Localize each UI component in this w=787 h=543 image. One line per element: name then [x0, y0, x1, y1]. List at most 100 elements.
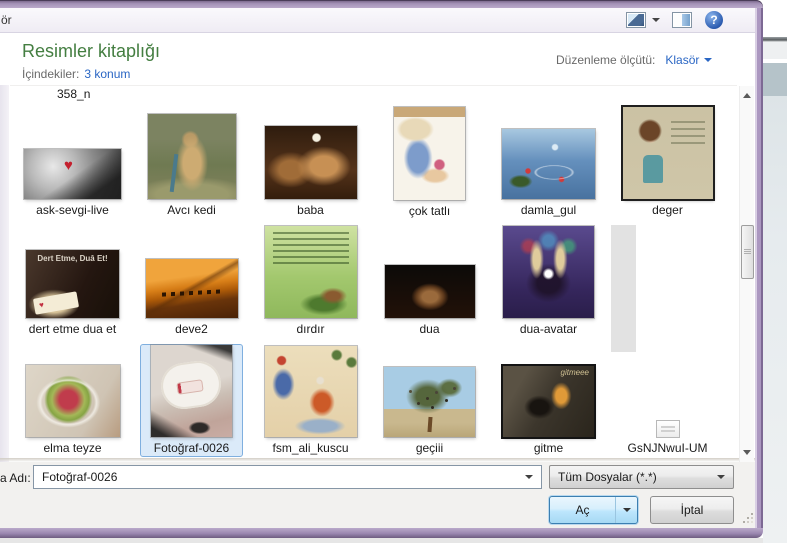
desktop-background: [763, 0, 787, 543]
geciii-thumbnail: [384, 367, 475, 437]
views-icon[interactable]: [626, 12, 646, 28]
file-item-label: gitme: [498, 440, 599, 456]
cok-tatli-thumbnail: [394, 107, 465, 200]
filename-input[interactable]: Fotoğraf-0026: [33, 465, 542, 489]
baba-thumbnail: [265, 126, 357, 199]
thumbnail-wrap: [141, 107, 242, 202]
damla-gul-thumbnail: [502, 129, 595, 199]
preview-pane-icon[interactable]: [672, 12, 692, 28]
command-toolbar: ör ?: [0, 8, 755, 33]
dert-etme-dua-et-thumbnail: Dert Etme, Duâ Et!: [26, 250, 119, 318]
file-item-label: dırdır: [260, 321, 361, 337]
files-pane: Resimler kitaplığı İçindekiler: 3 konum D…: [0, 33, 755, 462]
file-item-label: damla_gul: [498, 202, 599, 218]
file-item[interactable]: damla_gul: [497, 106, 600, 219]
dirdir-thumbnail: [265, 226, 357, 318]
window-bottom-border: [0, 528, 763, 538]
window-titlebar: [0, 0, 763, 8]
thumbnail-wrap: [260, 107, 361, 202]
file-item-label: dua: [379, 321, 480, 337]
deve2-thumbnail: [146, 259, 238, 318]
resize-grip[interactable]: [742, 512, 754, 524]
filetype-value: Tüm Dosyalar (*.*): [558, 466, 657, 488]
file-item-label: dua-avatar: [498, 321, 599, 337]
gsnjnwui-um-thumbnail: [657, 421, 679, 437]
file-item[interactable]: gitmeee gitme: [497, 344, 600, 457]
open-file-dialog: ör ? Resimler kitaplığı İçindekiler: 3 ko…: [0, 0, 787, 543]
contents-label: İçindekiler:: [22, 67, 79, 81]
elma-teyze-thumbnail: [26, 365, 120, 437]
library-title: Resimler kitaplığı: [22, 41, 160, 62]
thumbnail-wrap: [617, 107, 718, 202]
file-item-label: baba: [260, 202, 361, 218]
file-item-label: deve2: [141, 321, 242, 337]
open-button-label: Aç: [550, 497, 615, 523]
file-item[interactable]: dırdır: [259, 225, 362, 338]
thumbnail-wrap: Dert Etme, Duâ Et!: [22, 226, 123, 321]
dua-avatar-thumbnail: [503, 226, 594, 318]
partial-file-item-label[interactable]: 358_n: [57, 87, 90, 101]
gitme-thumbnail: gitmeee: [503, 366, 594, 437]
file-item-label: geçiii: [379, 440, 480, 456]
filename-dropdown-icon[interactable]: [525, 475, 533, 479]
file-item[interactable]: Avcı kedi: [140, 106, 243, 219]
views-dropdown-icon[interactable]: [652, 18, 660, 22]
file-item-label: GsNJNwuI-UM: [617, 440, 718, 456]
filetype-dropdown-icon[interactable]: [717, 475, 725, 479]
toolbar-text-fragment[interactable]: ör: [1, 13, 12, 27]
file-item-label: ask-sevgi-live: [22, 202, 123, 218]
thumbnail-wrap: [379, 345, 480, 440]
file-item[interactable]: baba: [259, 106, 362, 219]
open-button[interactable]: Aç: [549, 496, 638, 524]
file-item[interactable]: dua: [378, 225, 481, 338]
file-item[interactable]: geçiii: [378, 344, 481, 457]
fsm-ali-kuscu-thumbnail: [265, 346, 357, 437]
filetype-select[interactable]: Tüm Dosyalar (*.*): [549, 465, 734, 489]
open-split-dropdown[interactable]: [615, 497, 637, 523]
thumbnail-overlay-text: Dert Etme, Duâ Et!: [26, 254, 119, 263]
scrollbar-thumb[interactable]: [741, 225, 754, 279]
file-item[interactable]: ask-sevgi-live: [21, 106, 124, 219]
scrollbar-grip: [744, 249, 751, 254]
contents-link[interactable]: 3 konum: [84, 67, 130, 81]
file-item[interactable]: Dert Etme, Duâ Et! dert etme dua et: [21, 225, 124, 338]
left-gutter: [0, 85, 10, 462]
file-item-label: çok tatlı: [379, 203, 480, 219]
dialog-footer: ya Adı: Fotoğraf-0026 Tüm Dosyalar (*.*)…: [0, 462, 755, 528]
thumbnail-wrap: [260, 226, 361, 321]
scroll-down-icon[interactable]: [743, 450, 751, 455]
file-item[interactable]: deve2: [140, 225, 243, 338]
window-right-border: [755, 8, 763, 528]
chevron-down-icon[interactable]: [704, 58, 712, 62]
thumbnail-wrap: [22, 107, 123, 202]
chevron-down-icon: [623, 508, 631, 512]
list-top-divider: [10, 85, 737, 86]
file-item[interactable]: Fotoğraf-0026: [140, 344, 243, 457]
window-outer-edge: [0, 538, 763, 543]
file-item[interactable]: fsm_ali_kuscu: [259, 344, 362, 457]
thumbnail-overlay-text: gitmeee: [503, 368, 594, 377]
file-item-label: Avcı kedi: [141, 202, 242, 218]
vertical-scrollbar[interactable]: [739, 86, 754, 462]
file-item-label: dert etme dua et: [22, 321, 123, 337]
cancel-button[interactable]: İptal: [650, 496, 734, 524]
thumbnail-wrap: [22, 345, 123, 440]
file-item[interactable]: dua-avatar: [497, 225, 600, 338]
arrange-value[interactable]: Klasör: [665, 53, 699, 67]
file-item[interactable]: GsNJNwuI-UM: [616, 344, 719, 457]
thumbnail-wrap: [379, 107, 480, 203]
file-item[interactable]: elma teyze: [21, 344, 124, 457]
file-item[interactable]: çok tatlı: [378, 106, 481, 219]
thumbnail-wrap: [379, 226, 480, 321]
thumbnail-wrap: [260, 345, 361, 440]
thumbnail-wrap: [617, 345, 718, 440]
thumbnail-wrap: [141, 345, 242, 440]
deger-thumbnail: [623, 107, 713, 199]
scroll-up-icon[interactable]: [743, 93, 751, 98]
filename-value: Fotoğraf-0026: [42, 466, 117, 488]
help-icon[interactable]: ?: [705, 11, 723, 29]
file-item-label: elma teyze: [22, 440, 123, 456]
arrange-by-control: Düzenleme ölçütü: Klasör: [556, 53, 712, 67]
file-item[interactable]: deger: [616, 106, 719, 219]
thumbnail-wrap: [498, 107, 599, 202]
